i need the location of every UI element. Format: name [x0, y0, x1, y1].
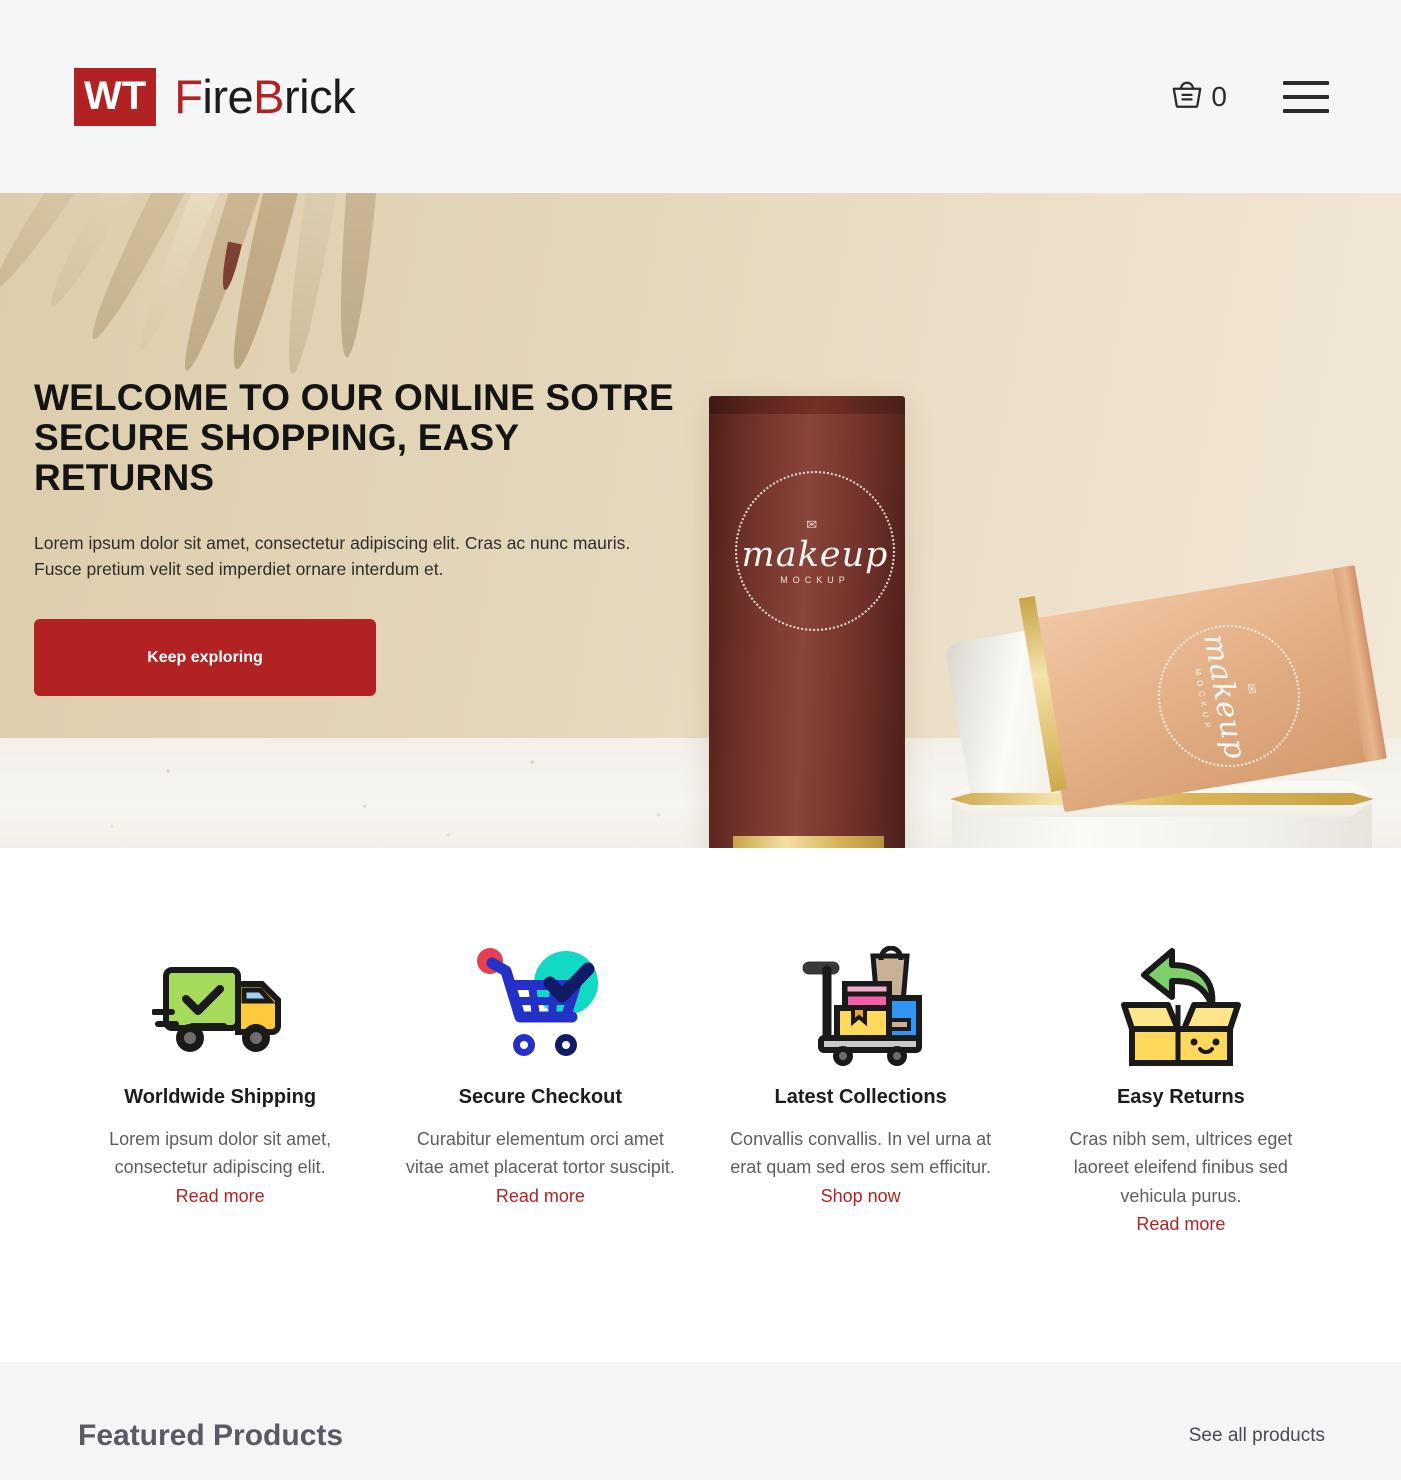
featured-products-title: Featured Products [78, 1419, 344, 1452]
cart-count: 0 [1211, 80, 1227, 112]
delivery-truck-icon [152, 940, 288, 1072]
feature-card-latest-collections: Latest Collections Convallis convallis. … [701, 940, 1021, 1362]
cart-button[interactable]: 0 [1169, 76, 1227, 117]
hero-banner: ✉ makeup MOCKUP ✉ makeup MOCKUP WELCOME … [0, 193, 1401, 848]
brand-name-part1: F [174, 70, 203, 123]
header-actions: 0 [1169, 76, 1329, 117]
hamburger-menu-icon[interactable] [1283, 80, 1329, 113]
hero-subtitle: Lorem ipsum dolor sit amet, consectetur … [34, 532, 631, 580]
hero-title-line-1: WELCOME TO OUR ONLINE SOTRE [34, 377, 674, 418]
product-tube-dark [709, 396, 905, 848]
feature-card-worldwide-shipping: Worldwide Shipping Lorem ipsum dolor sit… [60, 940, 380, 1362]
features-section: Worldwide Shipping Lorem ipsum dolor sit… [0, 848, 1401, 1362]
luggage-cart-icon [791, 940, 931, 1072]
feature-link-read-more[interactable]: Read more [176, 1182, 265, 1210]
brand-badge: WT [74, 67, 157, 126]
feature-title: Easy Returns [1116, 1086, 1245, 1108]
feature-card-easy-returns: Easy Returns Cras nibh sem, ultrices ege… [1021, 940, 1341, 1362]
feature-text: Curabitur elementum orci amet vitae amet… [405, 1129, 675, 1178]
feature-link-read-more[interactable]: Read more [496, 1182, 585, 1210]
feature-link-read-more[interactable]: Read more [1136, 1210, 1225, 1238]
brand-logo[interactable]: WT FireBrick [74, 67, 356, 126]
feature-link-shop-now[interactable]: Shop now [821, 1182, 901, 1210]
featured-products-section: Featured Products See all products [0, 1362, 1401, 1480]
hamburger-bar-2 [1283, 94, 1329, 99]
hamburger-bar-1 [1283, 80, 1329, 85]
shopping-basket-icon [1169, 76, 1205, 117]
return-box-icon [1114, 940, 1248, 1072]
site-header: WT FireBrick 0 [0, 0, 1401, 193]
feature-text: Cras nibh sem, ultrices eget laoreet ele… [1069, 1129, 1293, 1206]
feature-card-secure-checkout: Secure Checkout Curabitur elementum orci… [380, 940, 700, 1362]
hero-title-line-2: SECURE SHOPPING, EASY RETURNS [34, 416, 519, 498]
feature-text: Convallis convallis. In vel urna at erat… [730, 1129, 992, 1178]
brand-name: FireBrick [174, 73, 355, 120]
feature-title: Latest Collections [774, 1086, 947, 1108]
see-all-products-link[interactable]: See all products [1189, 1425, 1325, 1447]
hamburger-bar-3 [1283, 108, 1329, 113]
hero-content: WELCOME TO OUR ONLINE SOTRE SECURE SHOPP… [0, 193, 680, 697]
hero-title: WELCOME TO OUR ONLINE SOTRE SECURE SHOPP… [34, 378, 680, 498]
feature-text: Lorem ipsum dolor sit amet, consectetur … [109, 1129, 332, 1178]
feature-title: Secure Checkout [458, 1086, 623, 1108]
keep-exploring-button[interactable]: Keep exploring [34, 619, 376, 697]
brand-name-part2: ire [202, 70, 254, 123]
brand-name-part3: B [253, 70, 284, 123]
brand-name-part4: rick [284, 70, 356, 123]
product-tube-dark-gold-band [733, 836, 884, 848]
shopping-cart-check-icon [470, 940, 610, 1072]
feature-title: Worldwide Shipping [124, 1086, 317, 1108]
